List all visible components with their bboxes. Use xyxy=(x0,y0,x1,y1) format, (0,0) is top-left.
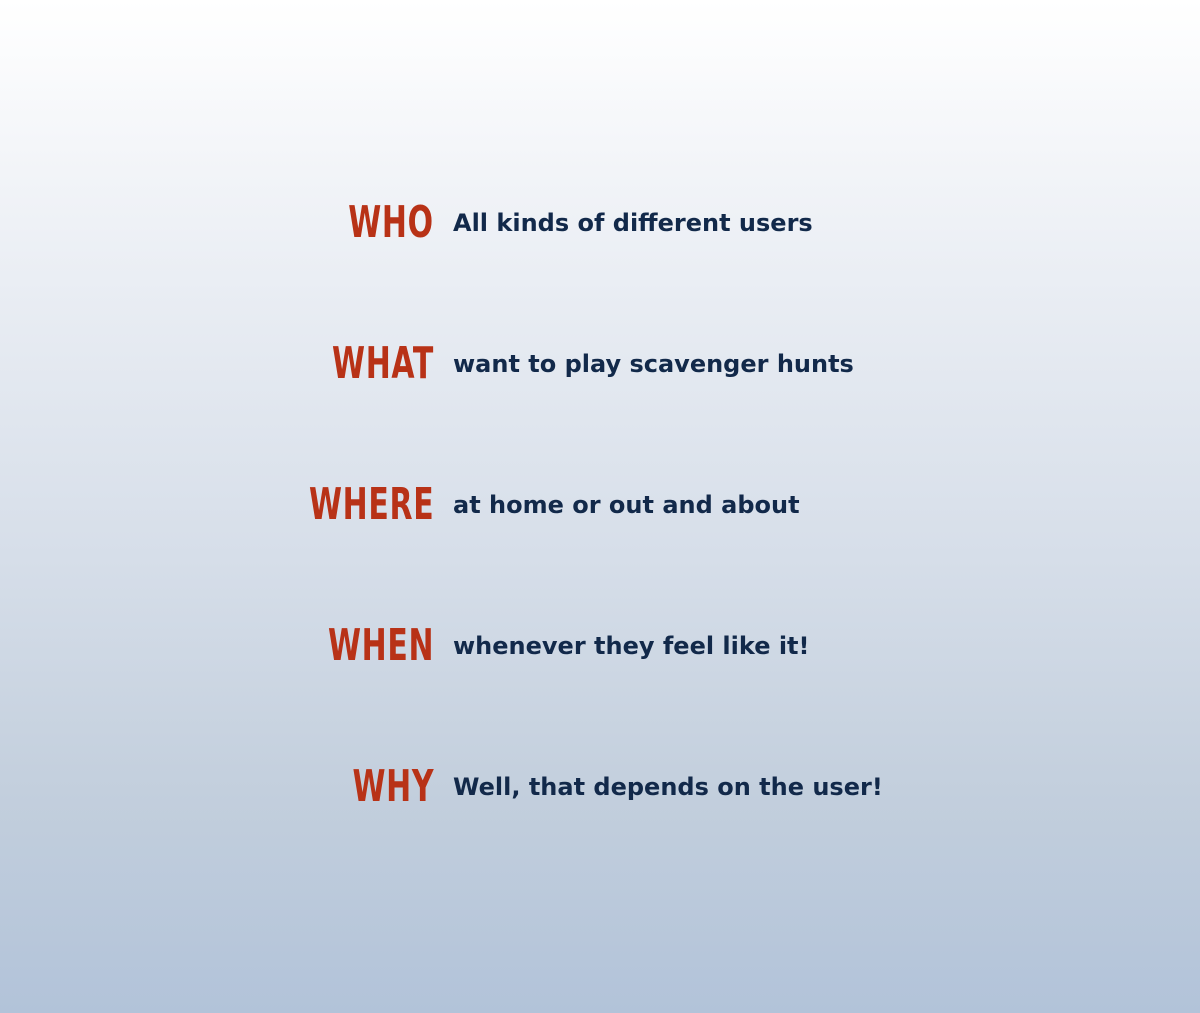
row-why: WHY Well, that depends on the user! xyxy=(0,757,1200,817)
answer-why: Well, that depends on the user! xyxy=(453,773,883,801)
answer-who: All kinds of different users xyxy=(453,209,813,237)
keyword-where: WHERE xyxy=(308,479,434,530)
keyword-what: WHAT xyxy=(331,338,434,389)
row-when: WHEN whenever they feel like it! xyxy=(0,616,1200,676)
answer-when: whenever they feel like it! xyxy=(453,632,810,660)
keyword-when: WHEN xyxy=(327,620,434,671)
row-who: WHO All kinds of different users xyxy=(0,193,1200,253)
answer-what: want to play scavenger hunts xyxy=(453,350,854,378)
keyword-why: WHY xyxy=(352,761,434,812)
row-where: WHERE at home or out and about xyxy=(0,475,1200,535)
answer-where: at home or out and about xyxy=(453,491,800,519)
keyword-who: WHO xyxy=(348,197,434,248)
row-what: WHAT want to play scavenger hunts xyxy=(0,334,1200,394)
five-w-list: WHO All kinds of different users WHAT wa… xyxy=(0,0,1200,1013)
